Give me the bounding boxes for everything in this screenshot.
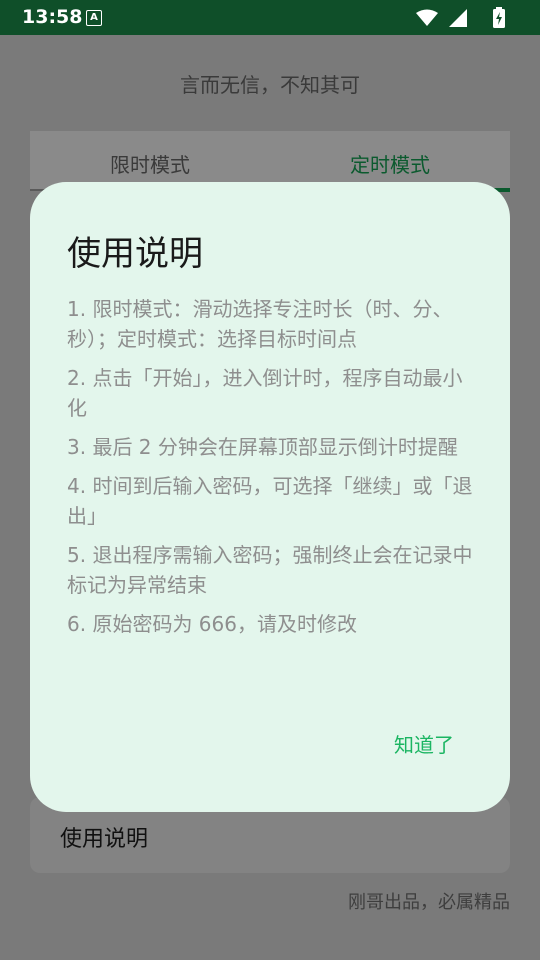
system-icons bbox=[410, 7, 510, 29]
tab-timed-mode[interactable]: 定时模式 bbox=[270, 149, 510, 178]
signal-icon bbox=[448, 9, 467, 27]
instructions-dialog: 使用说明 1. 限时模式：滑动选择专注时长（时、分、秒）；定时模式：选择目标时间… bbox=[30, 182, 510, 812]
instruction-item: 3. 最后 2 分钟会在屏幕顶部显示倒计时提醒 bbox=[67, 435, 458, 459]
instruction-item: 2. 点击「开始」，进入倒计时，程序自动最小化 bbox=[67, 366, 463, 420]
motto-text: 言而无信，不知其可 bbox=[180, 73, 360, 97]
got-it-button[interactable]: 知道了 bbox=[394, 729, 454, 758]
tab-limit-mode[interactable]: 限时模式 bbox=[30, 149, 270, 178]
battery-charging-icon bbox=[493, 7, 505, 28]
wifi-icon bbox=[415, 9, 438, 26]
instruction-item: 4. 时间到后输入密码，可选择「继续」或「退出」 bbox=[67, 474, 473, 528]
accessibility-badge-icon: A bbox=[86, 10, 102, 26]
status-bar: 13:58 A bbox=[0, 0, 540, 35]
instructions-card-label: 使用说明 bbox=[60, 827, 149, 852]
instruction-item: 1. 限时模式：滑动选择专注时长（时、分、秒）；定时模式：选择目标时间点 bbox=[67, 297, 453, 351]
footer-text: 刚哥出品，必属精品 bbox=[348, 892, 510, 913]
instruction-item: 6. 原始密码为 666，请及时修改 bbox=[67, 612, 357, 636]
dialog-title: 使用说明 bbox=[67, 234, 203, 274]
dialog-body: 1. 限时模式：滑动选择专注时长（时、分、秒）；定时模式：选择目标时间点 2. … bbox=[67, 294, 477, 648]
status-time: 13:58 bbox=[22, 6, 83, 28]
instruction-item: 5. 退出程序需输入密码；强制终止会在记录中标记为异常结束 bbox=[67, 543, 473, 597]
